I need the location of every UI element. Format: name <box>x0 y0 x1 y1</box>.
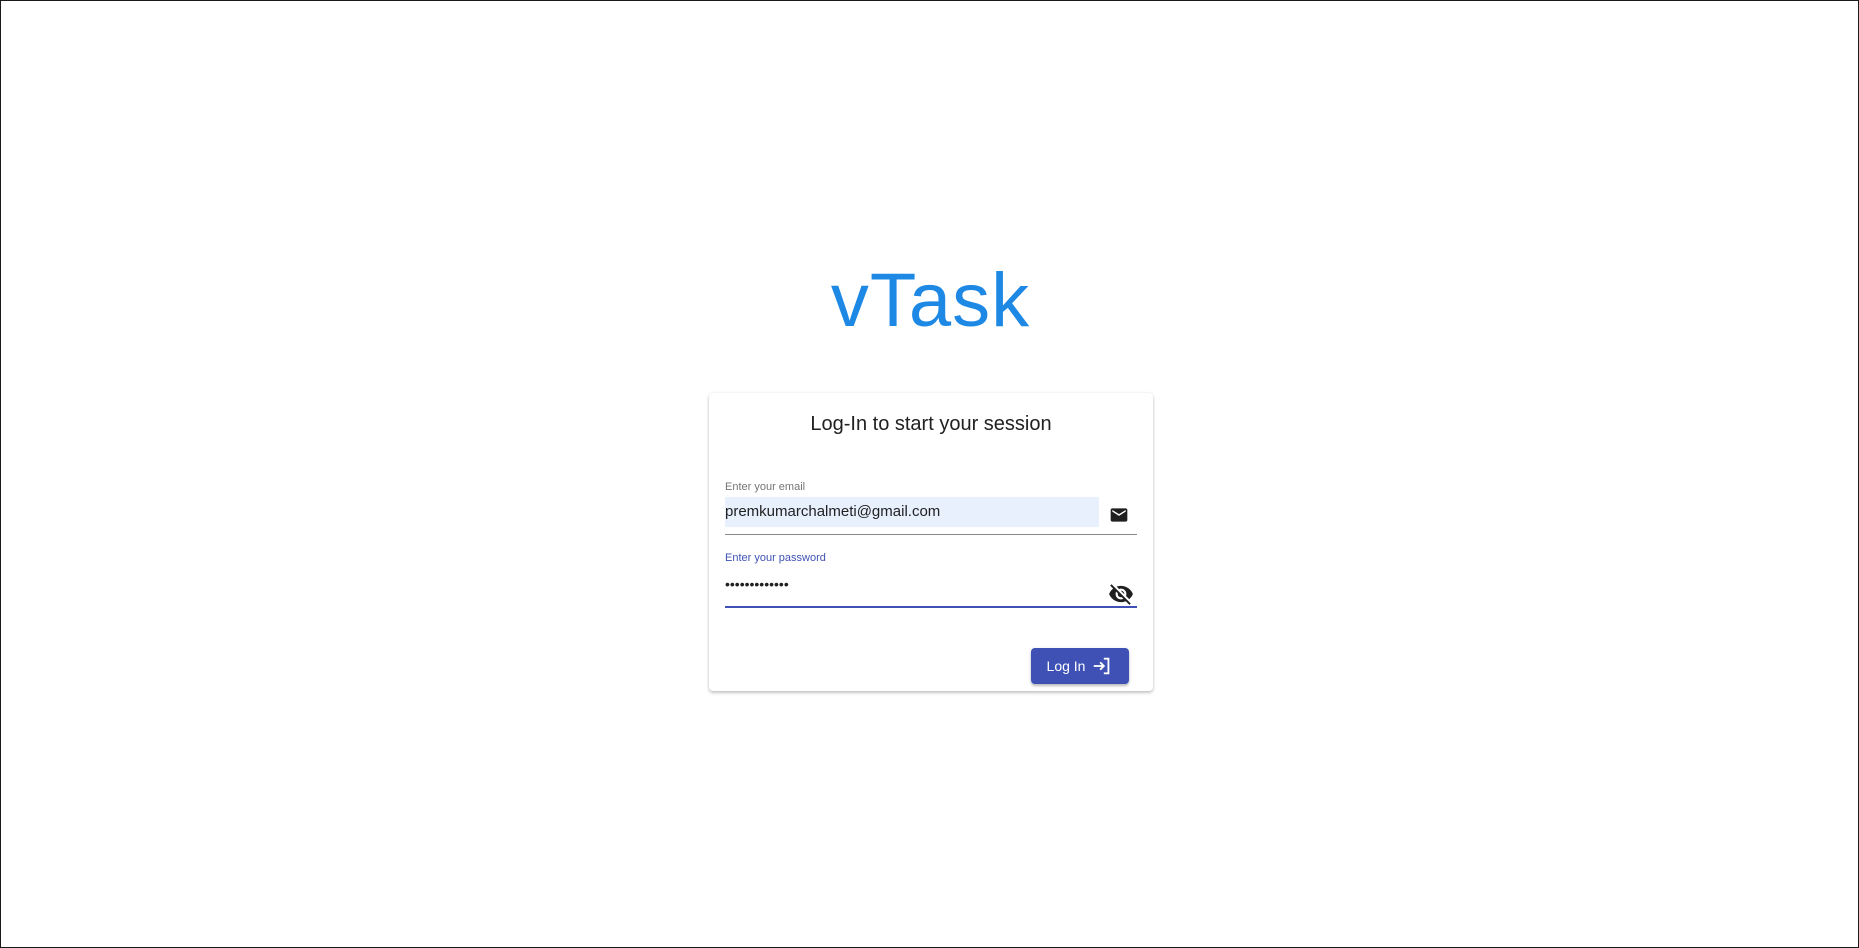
browser-viewport: vTask Log-In to start your session Enter… <box>0 0 1859 948</box>
login-icon <box>1091 655 1113 677</box>
app-title: vTask <box>830 258 1031 343</box>
login-button[interactable]: Log In <box>1031 648 1129 684</box>
login-card: Log-In to start your session Enter your … <box>709 393 1153 691</box>
password-field-label: Enter your password <box>725 552 826 564</box>
email-field-label: Enter your email <box>725 481 806 493</box>
mail-icon <box>1108 504 1130 526</box>
password-field[interactable]: ••••••••••••• <box>725 574 789 594</box>
email-value[interactable]: premkumarchalmeti@gmail.com <box>725 502 940 522</box>
email-underline <box>725 534 1137 535</box>
login-button-label: Log In <box>1046 658 1086 674</box>
password-underline <box>725 606 1137 608</box>
login-heading: Log-In to start your session <box>810 413 1052 435</box>
eye-off-icon[interactable] <box>1108 581 1134 607</box>
